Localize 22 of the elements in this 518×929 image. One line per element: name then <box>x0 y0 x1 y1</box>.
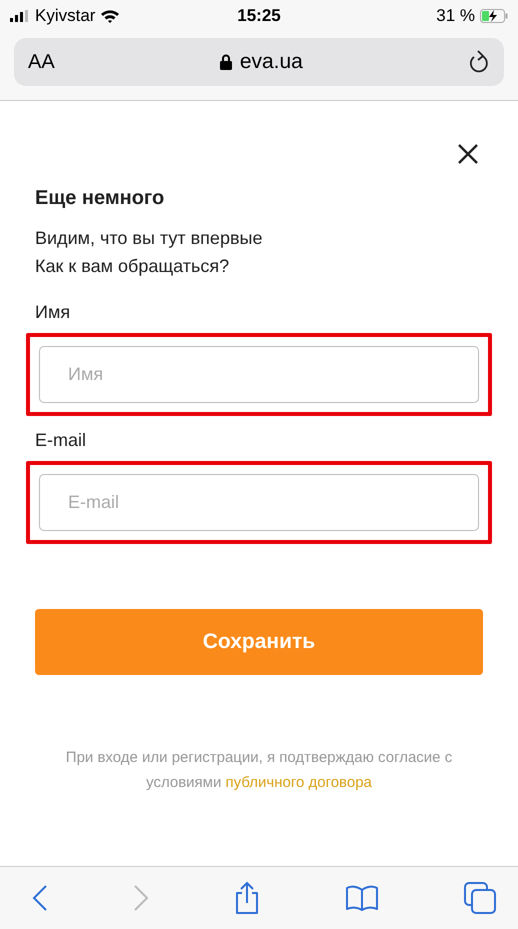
signal-icon <box>10 10 30 22</box>
carrier-name: Kyivstar <box>35 6 96 26</box>
dialog-title: Еще немного <box>35 187 166 210</box>
tabs-icon[interactable] <box>464 882 496 914</box>
text-size-button[interactable]: AA <box>28 50 55 74</box>
subtitle-text: Видим, что вы тут впервые <box>35 227 264 250</box>
clock-time: 15:25 <box>237 6 281 26</box>
close-icon[interactable] <box>457 143 479 165</box>
reload-icon[interactable] <box>468 50 490 74</box>
legal-text: При входе или регистрации, я подтверждаю согласие с условиями публичного договора <box>64 748 454 793</box>
book-icon[interactable] <box>345 885 379 911</box>
back-icon[interactable] <box>32 885 48 911</box>
field-label: E-mail <box>35 430 88 451</box>
address-bar[interactable]: AA eva.ua <box>14 38 504 86</box>
field-label: Имя <box>35 302 72 323</box>
url-text: eva.ua <box>240 50 303 74</box>
battery-percent: 31 % <box>436 6 475 26</box>
input-field[interactable]: Имя <box>39 346 479 403</box>
subtitle-text: Как к вам обращаться? <box>35 255 230 278</box>
wifi-icon <box>100 9 120 23</box>
share-icon[interactable] <box>234 881 260 915</box>
input-field[interactable]: E-mail <box>39 474 479 531</box>
